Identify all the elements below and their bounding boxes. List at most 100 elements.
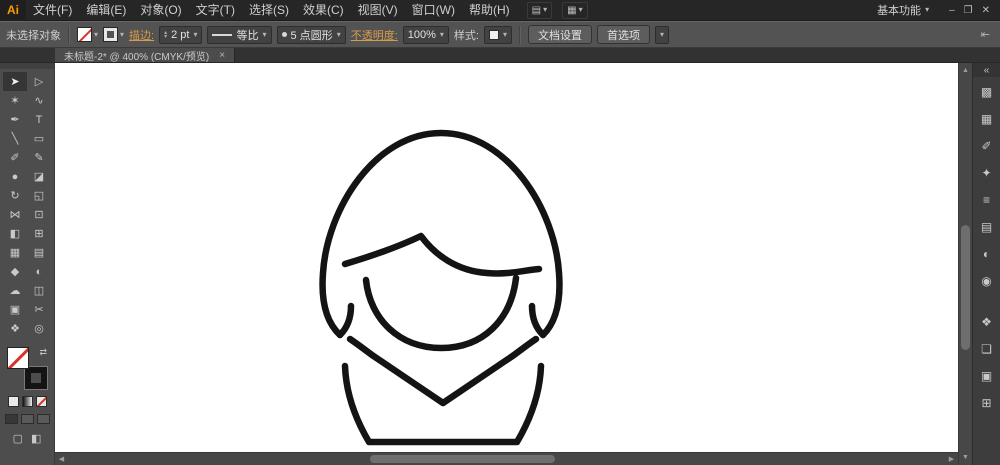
none-button[interactable] — [35, 396, 47, 407]
no-selection-label: 未选择对象 — [6, 29, 61, 42]
change-screen-mode-button[interactable]: ▢ — [13, 432, 23, 445]
stroke-color-box[interactable] — [24, 366, 48, 390]
stroke-panel-link[interactable]: 描边: — [129, 27, 154, 43]
arrange-documents-button[interactable]: ▦ ▾ — [562, 1, 588, 19]
slice-tool[interactable]: ✂ — [27, 300, 51, 319]
gradient-panel-icon[interactable]: ▤ — [976, 218, 998, 236]
document-setup-button[interactable]: 文档设置 — [528, 25, 592, 44]
tools-panel-header[interactable] — [0, 63, 54, 69]
appearance-panel-icon[interactable]: ◉ — [976, 272, 998, 290]
scroll-right-icon[interactable]: ▶ — [945, 453, 958, 465]
brush-definition-combo[interactable]: 5 点圆形 ▾ — [276, 25, 346, 44]
fill-none-swatch-icon — [77, 27, 92, 42]
style-combo[interactable]: ▾ — [483, 25, 512, 44]
brushes-panel-icon[interactable]: ✐ — [976, 137, 998, 155]
mesh-tool[interactable]: ▦ — [3, 243, 27, 262]
artboard-tool[interactable]: ▣ — [3, 300, 27, 319]
line-segment-tool[interactable]: ╲ — [3, 129, 27, 148]
gradient-button[interactable] — [21, 396, 33, 407]
type-tool[interactable]: T — [27, 110, 51, 129]
direct-selection-tool[interactable]: ▷ — [27, 72, 51, 91]
graphic-styles-panel-icon[interactable]: ❖ — [976, 313, 998, 331]
menu-item-1[interactable]: 文件(F) — [26, 0, 79, 21]
stroke-color-dropdown[interactable]: ▾ — [103, 27, 124, 42]
scroll-down-icon[interactable]: ▼ — [959, 451, 972, 464]
style-swatch-icon — [488, 29, 499, 40]
color-panel-icon[interactable]: ▩ — [976, 83, 998, 101]
color-button[interactable] — [7, 396, 19, 407]
menu-item-6[interactable]: 效果(C) — [296, 0, 351, 21]
perspective-grid-tool[interactable]: ⊞ — [27, 224, 51, 243]
blend-tool[interactable]: ◐ — [27, 262, 51, 281]
vertical-scrollbar[interactable]: ▲ ▼ — [958, 63, 972, 465]
transparency-panel-icon[interactable]: ◐ — [976, 245, 998, 263]
stroke-weight-combo[interactable]: ▴ ▾ 2 pt ▾ — [159, 25, 203, 44]
collapse-panels-icon[interactable]: ⇤ — [981, 28, 994, 41]
eraser-tool[interactable]: ◪ — [27, 167, 51, 186]
fill-color-dropdown[interactable]: ▾ — [77, 27, 98, 42]
toolbar-columns-icon[interactable]: ◧ — [31, 432, 41, 445]
symbols-panel-icon[interactable]: ✦ — [976, 164, 998, 182]
pencil-tool[interactable]: ✎ — [27, 148, 51, 167]
swap-fill-stroke-icon[interactable]: ⇄ — [39, 347, 47, 358]
preferences-button[interactable]: 首选项 — [597, 25, 650, 44]
document-tab[interactable]: 未标题-2* @ 400% (CMYK/预览) × — [55, 48, 236, 63]
blob-brush-tool[interactable]: ● — [3, 167, 27, 186]
width-profile-combo[interactable]: 等比 ▾ — [207, 25, 272, 44]
artboard-canvas[interactable] — [55, 63, 958, 452]
eyedropper-tool[interactable]: ◆ — [3, 262, 27, 281]
paintbrush-tool[interactable]: ✐ — [3, 148, 27, 167]
draw-behind-button[interactable] — [20, 414, 34, 424]
minimize-button[interactable]: – — [949, 5, 955, 16]
workspace-switcher[interactable]: 基本功能 ▾ — [867, 2, 939, 18]
artboards-panel-icon[interactable]: ▣ — [976, 367, 998, 385]
control-panel-menu[interactable]: ▾ — [655, 25, 670, 44]
restore-button[interactable]: ❐ — [964, 5, 973, 16]
gradient-tool[interactable]: ▤ — [27, 243, 51, 262]
menu-item-7[interactable]: 视图(V) — [351, 0, 405, 21]
rotate-tool[interactable]: ↻ — [3, 186, 27, 205]
expand-panels-icon[interactable]: « — [973, 63, 1000, 77]
vertical-scroll-thumb[interactable] — [961, 225, 970, 350]
draw-normal-button[interactable] — [4, 414, 18, 424]
menu-item-2[interactable]: 编辑(E) — [79, 0, 133, 21]
menu-item-4[interactable]: 文字(T) — [189, 0, 242, 21]
draw-inside-button[interactable] — [36, 414, 50, 424]
fill-color-box[interactable] — [7, 347, 29, 369]
separator — [68, 25, 70, 44]
go-to-bridge-button[interactable]: ▤ ▾ — [526, 1, 553, 19]
menu-item-5[interactable]: 选择(S) — [242, 0, 296, 21]
navigator-panel-icon[interactable]: ⊞ — [976, 394, 998, 412]
free-transform-tool[interactable]: ⊡ — [27, 205, 51, 224]
column-graph-tool[interactable]: ◫ — [27, 281, 51, 300]
lasso-tool[interactable]: ∿ — [27, 91, 51, 110]
zoom-tool[interactable]: ◎ — [27, 319, 51, 338]
shape-builder-tool[interactable]: ◧ — [3, 224, 27, 243]
menu-item-3[interactable]: 对象(O) — [133, 0, 188, 21]
stroke-panel-icon[interactable]: ≡ — [976, 191, 998, 209]
opacity-value: 100% — [407, 28, 436, 41]
pen-tool[interactable]: ✒ — [3, 110, 27, 129]
app-logo: Ai — [0, 0, 26, 21]
scroll-up-icon[interactable]: ▲ — [959, 64, 972, 77]
hand-tool[interactable]: ❖ — [3, 319, 27, 338]
close-button[interactable]: ✕ — [982, 5, 990, 16]
horizontal-scroll-thumb[interactable] — [370, 455, 555, 463]
grid-icon: ▦ — [567, 4, 577, 16]
horizontal-scrollbar[interactable]: ◀ ▶ — [55, 452, 958, 465]
selection-tool[interactable]: ➤ — [3, 72, 27, 91]
tab-close-icon[interactable]: × — [219, 50, 225, 61]
symbol-sprayer-tool[interactable]: ☁ — [3, 281, 27, 300]
swatches-panel-icon[interactable]: ▦ — [976, 110, 998, 128]
scroll-left-icon[interactable]: ◀ — [55, 453, 68, 465]
rectangle-tool[interactable]: ▭ — [27, 129, 51, 148]
scale-tool[interactable]: ◱ — [27, 186, 51, 205]
layers-panel-icon[interactable]: ❏ — [976, 340, 998, 358]
opacity-combo[interactable]: 100% ▾ — [402, 25, 449, 44]
magic-wand-tool[interactable]: ✶ — [3, 91, 27, 110]
stepper-icon[interactable]: ▴ ▾ — [164, 30, 167, 40]
width-tool-tool[interactable]: ⋈ — [3, 205, 27, 224]
opacity-panel-link[interactable]: 不透明度: — [351, 27, 398, 43]
menu-item-9[interactable]: 帮助(H) — [462, 0, 517, 21]
menu-item-8[interactable]: 窗口(W) — [405, 0, 462, 21]
